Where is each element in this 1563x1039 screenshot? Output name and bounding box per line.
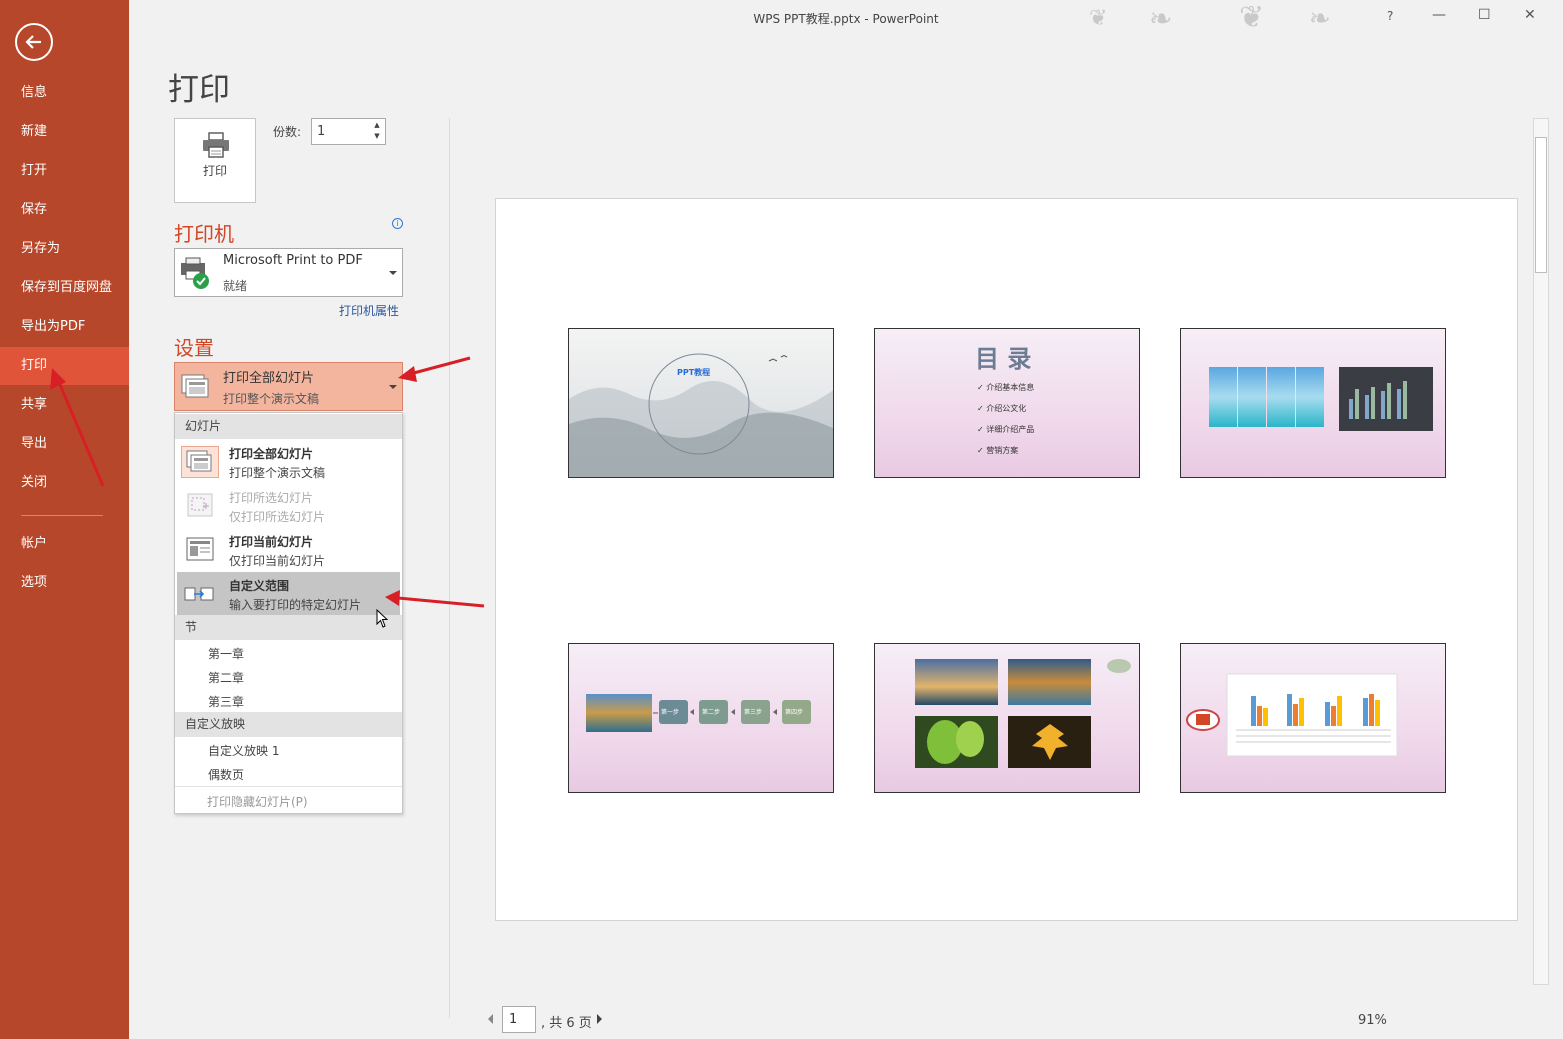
slide-thumbnail-2: 目 录 ✓ 介绍基本信息 ✓ 介绍公文化 ✓ 详细介绍产品 ✓ 营销方案 [874, 328, 1140, 478]
sidebar-item-save-baidu[interactable]: 保存到百度网盘 [0, 269, 129, 307]
slide2-list: ✓ 介绍基本信息 ✓ 介绍公文化 ✓ 详细介绍产品 ✓ 营销方案 [977, 383, 1035, 455]
minimize-icon[interactable]: — [1432, 7, 1446, 23]
annotation-arrow [398, 356, 471, 382]
copies-spinner[interactable]: ▲ ▼ [371, 120, 383, 142]
sidebar-item-info[interactable]: 信息 [0, 74, 129, 112]
dropdown-header-slides: 幻灯片 [175, 414, 402, 439]
print-button-label: 打印 [202, 164, 227, 178]
sidebar-item-options[interactable]: 选项 [0, 564, 129, 602]
printer-status: 就绪 [223, 279, 248, 293]
option-print-selection[interactable]: 打印所选幻灯片 仅打印所选幻灯片 [177, 484, 400, 528]
option-subtitle: 打印整个演示文稿 [229, 466, 326, 480]
sidebar-item-export-pdf[interactable]: 导出为PDF [0, 308, 129, 346]
custom-show-item[interactable]: 偶数页 [208, 766, 244, 783]
all-slides-icon [181, 374, 209, 398]
printer-select[interactable]: Microsoft Print to PDF 就绪 [174, 248, 403, 297]
slide-thumbnail-3 [1180, 328, 1446, 478]
print-range-select[interactable]: 打印全部幻灯片 打印整个演示文稿 [174, 362, 403, 411]
option-print-all[interactable]: 打印全部幻灯片 打印整个演示文稿 [177, 440, 400, 484]
current-slide-icon [186, 537, 214, 561]
window-title: WPS PPT教程.pptx - PowerPoint [753, 12, 939, 26]
slide-thumbnail-1: PPT教程 [568, 328, 834, 478]
page-title: 打印 [168, 72, 230, 108]
help-button[interactable]: ? [1387, 9, 1393, 23]
sidebar-item-account[interactable]: 帐户 [0, 525, 129, 563]
title-bar: ❦ ❧ ❦ ❧ WPS PPT教程.pptx - PowerPoint ? — … [129, 0, 1563, 35]
backstage-sidebar: 信息 新建 打开 保存 另存为 保存到百度网盘 导出为PDF 打印 共享 导出 … [0, 0, 129, 1039]
section-item[interactable]: 第三章 [208, 693, 244, 710]
zoom-level[interactable]: 91% [1358, 1013, 1387, 1028]
copies-label: 份数: [273, 125, 302, 139]
close-icon[interactable]: ✕ [1524, 7, 1536, 23]
section-item[interactable]: 第一章 [208, 645, 244, 662]
sidebar-item-save[interactable]: 保存 [0, 191, 129, 229]
option-print-current[interactable]: 打印当前幻灯片 仅打印当前幻灯片 [177, 528, 400, 572]
slide4-step: 第三步 [744, 709, 763, 716]
mouse-cursor-icon [376, 609, 389, 628]
print-range-dropdown: 幻灯片 打印全部幻灯片 打印整个演示文稿 打印所选幻灯片 仅打印所选幻灯片 打印… [174, 412, 403, 814]
option-subtitle: 仅打印所选幻灯片 [229, 510, 326, 524]
slide-thumbnail-6 [1180, 643, 1446, 793]
printer-icon [203, 132, 229, 158]
chevron-down-icon [389, 385, 397, 389]
slide4-step: 第一步 [661, 709, 680, 716]
preview-scrollbar[interactable] [1533, 118, 1549, 985]
selection-slides-icon [187, 493, 213, 517]
option-title: 打印全部幻灯片 [229, 447, 314, 461]
page-number-input[interactable]: 1 [502, 1006, 536, 1033]
option-title: 自定义范围 [229, 579, 290, 593]
chevron-down-icon [389, 271, 397, 275]
print-button[interactable]: 打印 [174, 118, 256, 203]
slide-thumbnail-5 [874, 643, 1140, 793]
dropdown-header-custom-shows: 自定义放映 [175, 712, 402, 737]
sidebar-item-open[interactable]: 打开 [0, 152, 129, 190]
sidebar-item-close[interactable]: 关闭 [0, 464, 129, 502]
sidebar-item-share[interactable]: 共享 [0, 386, 129, 424]
sidebar-item-export[interactable]: 导出 [0, 425, 129, 463]
print-range-title: 打印全部幻灯片 [223, 371, 315, 386]
option-custom-range[interactable]: 自定义范围 输入要打印的特定幻灯片 [177, 572, 400, 616]
printer-section-title: 打印机 [174, 222, 234, 246]
slide2-title: 目 录 [975, 345, 1032, 373]
settings-section-title: 设置 [174, 336, 214, 360]
info-icon[interactable]: i [392, 218, 403, 229]
slide1-title: PPT教程 [677, 368, 711, 377]
next-page-icon[interactable] [597, 1014, 602, 1024]
scrollbar-thumb[interactable] [1535, 137, 1547, 273]
printer-name: Microsoft Print to PDF [223, 253, 363, 268]
printer-properties-link[interactable]: 打印机属性 [339, 302, 399, 319]
sidebar-item-save-as[interactable]: 另存为 [0, 230, 129, 268]
copies-input[interactable]: 1 ▲ ▼ [311, 118, 386, 145]
option-title: 打印所选幻灯片 [229, 491, 314, 505]
copies-value: 1 [317, 124, 326, 139]
slide2-item: 详细介绍产品 [986, 425, 1035, 434]
all-slides-icon [181, 446, 219, 478]
dropdown-header-sections: 节 [175, 615, 402, 640]
slide2-item: 营销方案 [986, 446, 1019, 455]
slide2-item: 介绍基本信息 [986, 383, 1035, 392]
print-range-subtitle: 打印整个演示文稿 [223, 392, 320, 406]
option-subtitle: 仅打印当前幻灯片 [229, 554, 326, 568]
sidebar-item-new[interactable]: 新建 [0, 113, 129, 151]
option-subtitle: 输入要打印的特定幻灯片 [229, 598, 362, 612]
slide-thumbnail-4: 第一步 第二步 第三步 第四步 [568, 643, 834, 793]
page-total: , 共 6 页 [541, 1016, 592, 1031]
slide2-item: 介绍公文化 [986, 404, 1027, 413]
panel-divider [449, 118, 450, 1018]
back-arrow-icon[interactable] [15, 23, 53, 61]
slide4-step: 第四步 [785, 709, 804, 716]
custom-range-icon [184, 587, 214, 601]
custom-show-item[interactable]: 自定义放映 1 [208, 742, 279, 759]
print-hidden-slides-option[interactable]: 打印隐藏幻灯片(P) [175, 786, 402, 810]
option-title: 打印当前幻灯片 [229, 535, 314, 549]
restore-icon[interactable]: ☐ [1478, 7, 1491, 23]
section-item[interactable]: 第二章 [208, 669, 244, 686]
slide4-step: 第二步 [702, 709, 721, 716]
sidebar-item-print[interactable]: 打印 [0, 347, 129, 385]
pdf-printer-icon [181, 257, 209, 289]
sidebar-divider [21, 515, 103, 516]
previous-page-icon[interactable] [488, 1014, 493, 1024]
print-preview-page: PPT教程 目 录 ✓ 介绍基本信息 ✓ 介绍公文化 ✓ 详细介绍产品 ✓ 营销… [495, 198, 1518, 921]
